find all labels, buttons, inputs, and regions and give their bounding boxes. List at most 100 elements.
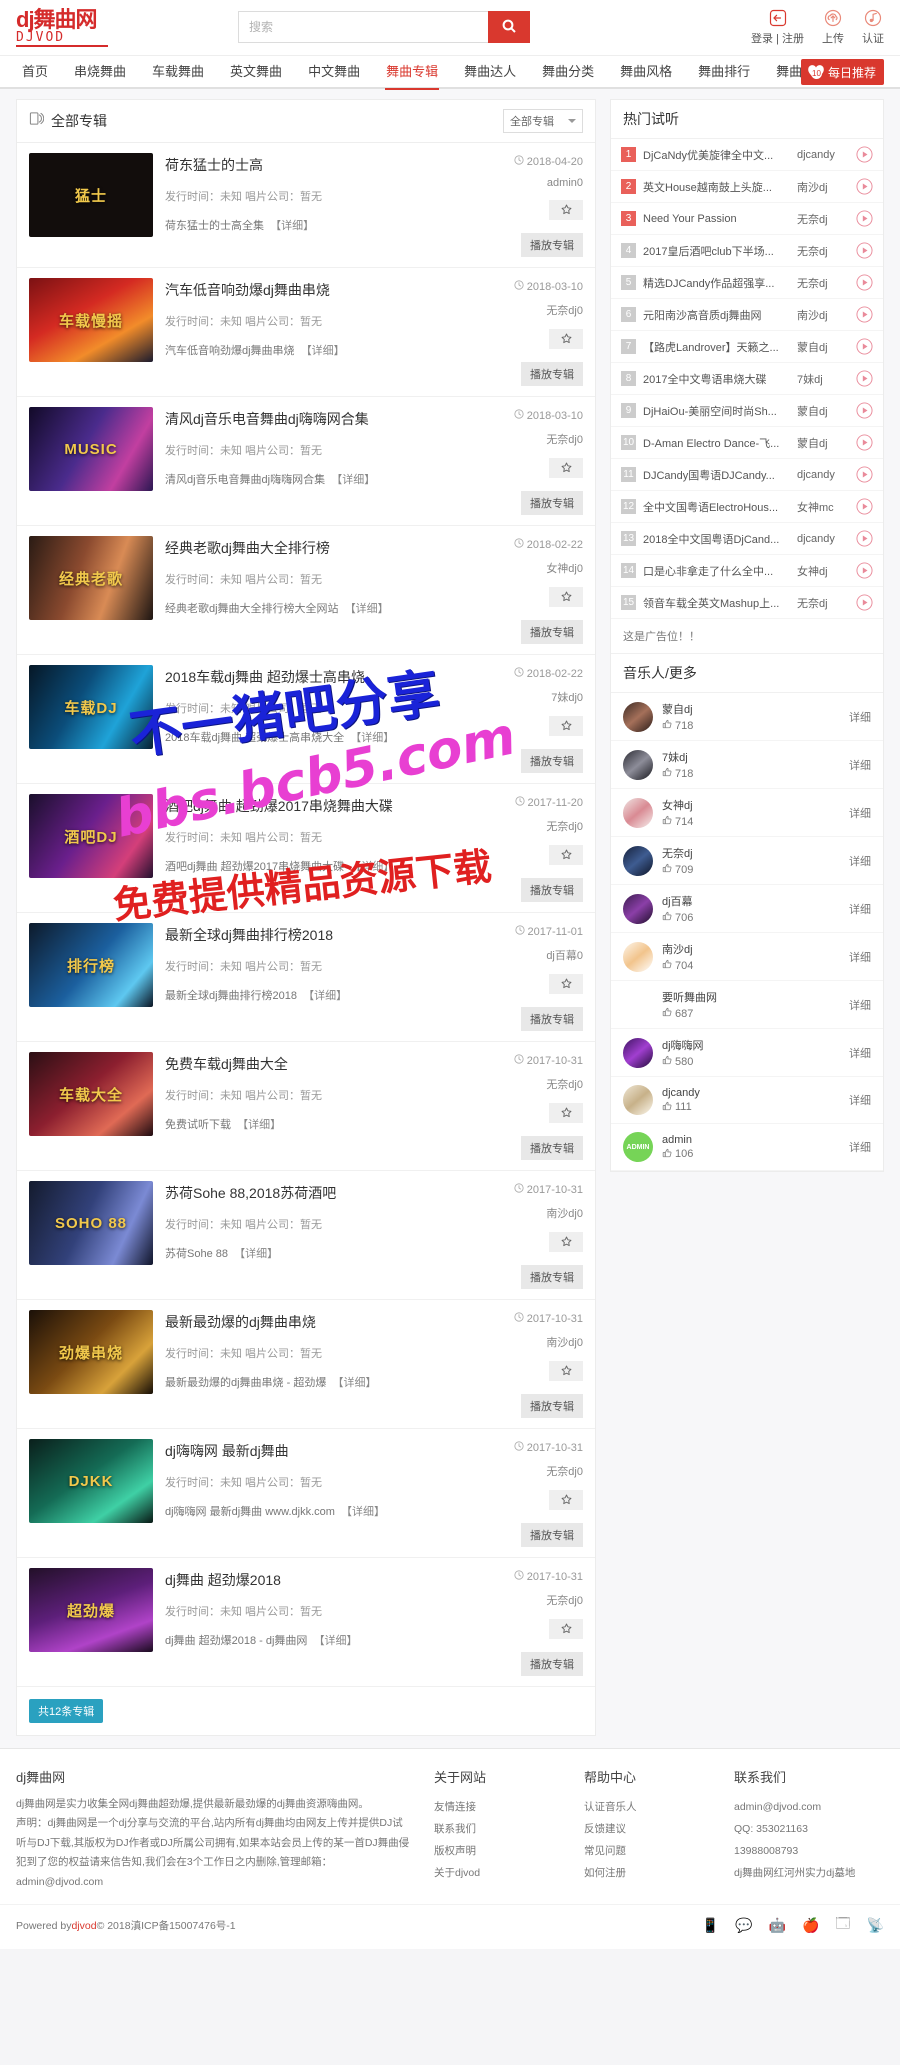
hot-track-name[interactable]: 全中文国粤语ElectroHous... [643, 499, 790, 515]
musician-detail-link[interactable]: 详细 [849, 1139, 871, 1155]
album-author[interactable]: admin0 [547, 177, 583, 189]
hot-track-dj[interactable]: djcandy [797, 149, 849, 161]
hot-track-dj[interactable]: 无奈dj [797, 275, 849, 291]
windows-icon[interactable]: 🗔 [835, 1913, 850, 1937]
play-circle-icon[interactable] [856, 306, 873, 323]
hot-track-dj[interactable]: 蒙自dj [797, 339, 849, 355]
album-title[interactable]: 最新最劲爆的dj舞曲串烧 [165, 1312, 471, 1332]
album-favorite-button[interactable] [549, 716, 583, 736]
musician-detail-link[interactable]: 详细 [849, 1092, 871, 1108]
hot-track-dj[interactable]: 蒙自dj [797, 435, 849, 451]
album-title[interactable]: dj嗨嗨网 最新dj舞曲 [165, 1441, 471, 1461]
android-icon[interactable]: 🤖 [769, 1917, 786, 1934]
login-register-action[interactable]: 登录 | 注册 [751, 8, 804, 46]
avatar[interactable] [623, 1037, 653, 1068]
footer-link[interactable]: 认证音乐人 [584, 1796, 734, 1818]
play-circle-icon[interactable] [856, 562, 873, 579]
hot-track-name[interactable]: D-Aman Electro Dance-飞... [643, 435, 790, 451]
verify-action[interactable]: 认证 [862, 8, 884, 46]
album-title[interactable]: 汽车低音响劲爆dj舞曲串烧 [165, 280, 471, 300]
hot-track-name[interactable]: 元阳南沙高音质dj舞曲网 [643, 307, 790, 323]
album-play-button[interactable]: 播放专辑 [521, 620, 583, 644]
search-input[interactable] [238, 11, 488, 43]
nav-item-7[interactable]: 舞曲分类 [529, 56, 607, 88]
album-cover[interactable]: MUSIC [29, 407, 153, 491]
play-circle-icon[interactable] [856, 498, 873, 515]
avatar[interactable] [623, 797, 653, 828]
avatar[interactable]: 要听舞曲网 [623, 989, 653, 1020]
play-circle-icon[interactable] [856, 274, 873, 291]
album-cover[interactable]: 猛士 [29, 153, 153, 237]
musician-name[interactable]: admin [662, 1134, 840, 1146]
album-title[interactable]: 苏荷Sohe 88,2018苏荷酒吧 [165, 1183, 471, 1203]
nav-item-3[interactable]: 英文舞曲 [217, 56, 295, 88]
musician-detail-link[interactable]: 详细 [849, 901, 871, 917]
album-author[interactable]: 无奈dj0 [546, 1076, 583, 1092]
musician-detail-link[interactable]: 详细 [849, 997, 871, 1013]
avatar[interactable] [623, 941, 653, 972]
album-cover[interactable]: 酒吧DJ [29, 794, 153, 878]
nav-item-5[interactable]: 舞曲专辑 [373, 56, 451, 90]
hot-track-name[interactable]: 英文House越南鼓上头旋... [643, 179, 790, 195]
nav-item-8[interactable]: 舞曲风格 [607, 56, 685, 88]
avatar[interactable] [623, 749, 653, 780]
album-detail-link[interactable]: 【详细】 [345, 603, 389, 615]
play-circle-icon[interactable] [856, 242, 873, 259]
daily-recommend-button[interactable]: 10 每日推荐 [800, 59, 884, 85]
hot-track-name[interactable]: 领音车载全英文Mashup上... [643, 595, 790, 611]
musician-detail-link[interactable]: 详细 [849, 949, 871, 965]
album-cover[interactable]: 车载大全 [29, 1052, 153, 1136]
musician-name[interactable]: 无奈dj [662, 845, 840, 861]
weibo-icon[interactable]: 📱 [702, 1917, 719, 1934]
album-title[interactable]: 2018车载dj舞曲 超劲爆士高串烧 [165, 667, 471, 687]
nav-item-6[interactable]: 舞曲达人 [451, 56, 529, 88]
album-cover[interactable]: SOHO 88 [29, 1181, 153, 1265]
album-author[interactable]: dj百幕0 [546, 947, 583, 963]
musician-detail-link[interactable]: 详细 [849, 757, 871, 773]
album-title[interactable]: 荷东猛士的士高 [165, 155, 471, 175]
hot-track-dj[interactable]: djcandy [797, 469, 849, 481]
musician-name[interactable]: dj百幕 [662, 893, 840, 909]
play-circle-icon[interactable] [856, 594, 873, 611]
hot-track-dj[interactable]: djcandy [797, 533, 849, 545]
album-author[interactable]: 无奈dj0 [546, 1463, 583, 1479]
album-cover[interactable]: 车载DJ [29, 665, 153, 749]
play-circle-icon[interactable] [856, 370, 873, 387]
play-circle-icon[interactable] [856, 146, 873, 163]
play-circle-icon[interactable] [856, 434, 873, 451]
album-favorite-button[interactable] [549, 200, 583, 220]
hot-track-name[interactable]: 口是心非拿走了什么全中... [643, 563, 790, 579]
hot-track-dj[interactable]: 无奈dj [797, 595, 849, 611]
musician-name[interactable]: 蒙自dj [662, 701, 840, 717]
hot-track-dj[interactable]: 女神mc [797, 499, 849, 515]
album-play-button[interactable]: 播放专辑 [521, 878, 583, 902]
nav-item-1[interactable]: 串烧舞曲 [61, 56, 139, 88]
album-favorite-button[interactable] [549, 1619, 583, 1639]
album-favorite-button[interactable] [549, 458, 583, 478]
album-favorite-button[interactable] [549, 1103, 583, 1123]
hot-track-dj[interactable]: 无奈dj [797, 211, 849, 227]
musician-name[interactable]: 7妹dj [662, 749, 840, 765]
album-title[interactable]: 清风dj音乐电音舞曲dj嗨嗨网合集 [165, 409, 471, 429]
avatar[interactable] [623, 701, 653, 732]
album-play-button[interactable]: 播放专辑 [521, 362, 583, 386]
album-cover[interactable]: DJKK [29, 1439, 153, 1523]
avatar[interactable]: ADMIN [623, 1132, 653, 1162]
hot-track-name[interactable]: 【路虎Landrover】天籁之... [643, 339, 790, 355]
album-play-button[interactable]: 播放专辑 [521, 1394, 583, 1418]
hot-track-dj[interactable]: 南沙dj [797, 307, 849, 323]
album-title[interactable]: 酒吧dj舞曲 超劲爆2017串烧舞曲大碟 [165, 796, 471, 816]
album-detail-link[interactable]: 【详细】 [237, 1119, 281, 1131]
avatar[interactable] [623, 845, 653, 876]
musician-name[interactable]: 南沙dj [662, 941, 840, 957]
album-play-button[interactable]: 播放专辑 [521, 1136, 583, 1160]
musician-name[interactable]: 要听舞曲网 [662, 989, 840, 1005]
album-favorite-button[interactable] [549, 1232, 583, 1252]
album-detail-link[interactable]: 【详细】 [270, 220, 314, 232]
album-favorite-button[interactable] [549, 974, 583, 994]
album-favorite-button[interactable] [549, 845, 583, 865]
avatar[interactable] [623, 893, 653, 924]
hot-track-name[interactable]: 2018全中文国粤语DjCand... [643, 531, 790, 547]
album-detail-link[interactable]: 【详细】 [234, 1248, 278, 1260]
album-detail-link[interactable]: 【详细】 [350, 732, 394, 744]
